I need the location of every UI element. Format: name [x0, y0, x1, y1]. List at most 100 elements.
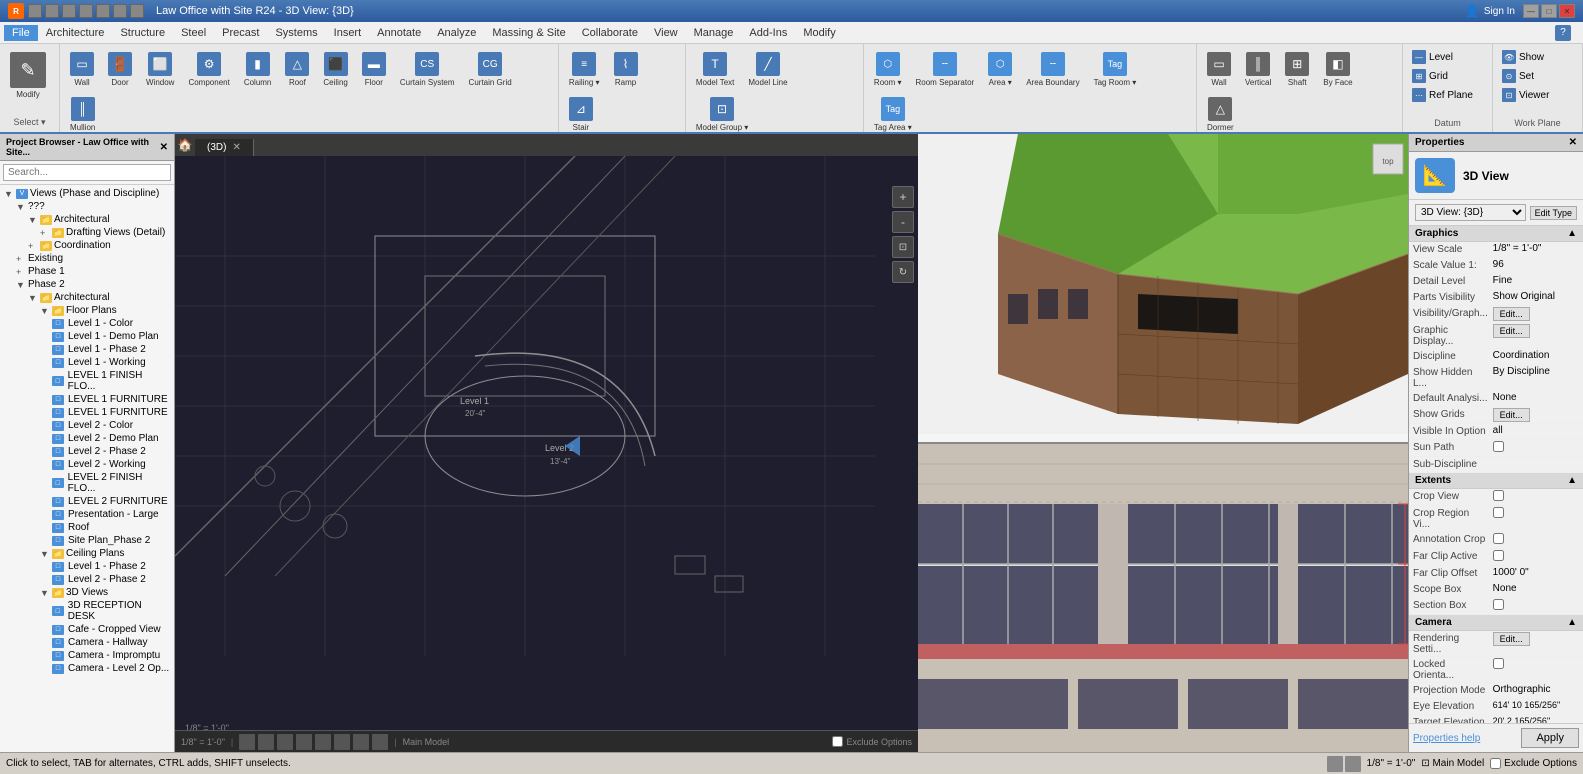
- locked-orient-checkbox[interactable]: [1493, 658, 1504, 669]
- ribbon-btn-door[interactable]: 🚪 Door: [102, 48, 138, 91]
- ribbon-btn-grid[interactable]: ⊞ Grid: [1407, 67, 1453, 85]
- tree-item-site-plan[interactable]: □Site Plan_Phase 2: [50, 534, 172, 547]
- tree-item-cl2[interactable]: □Level 2 - Phase 2: [50, 573, 172, 586]
- bottom-icon-8[interactable]: [372, 734, 388, 750]
- tree-item-floor-plans[interactable]: ▼ 📁 Floor Plans: [38, 304, 172, 317]
- bottom-icon-6[interactable]: [334, 734, 350, 750]
- tree-item-l2-finish[interactable]: □LEVEL 2 FINISH FLO...: [50, 471, 172, 495]
- menu-analyze[interactable]: Analyze: [429, 25, 484, 41]
- ribbon-btn-railing[interactable]: ≡ Railing ▾: [563, 48, 606, 91]
- crop-region-checkbox[interactable]: [1493, 507, 1504, 518]
- ribbon-btn-column[interactable]: ▮ Column: [238, 48, 278, 91]
- bottom-icon-3[interactable]: [277, 734, 293, 750]
- prop-section-graphics[interactable]: Graphics ▲: [1409, 226, 1583, 242]
- pb-search-input[interactable]: [3, 164, 171, 181]
- ribbon-btn-byface[interactable]: ◧ By Face: [1317, 48, 1358, 91]
- tree-item-architectural[interactable]: ▼ 📁 Architectural: [26, 213, 172, 226]
- ribbon-btn-set[interactable]: ⊙ Set: [1497, 67, 1539, 85]
- tree-item-l1-furn1[interactable]: □LEVEL 1 FURNITURE: [50, 393, 172, 406]
- ribbon-btn-ramp[interactable]: ⌇ Ramp: [608, 48, 644, 91]
- menu-structure[interactable]: Structure: [112, 25, 173, 41]
- menu-collaborate[interactable]: Collaborate: [574, 25, 646, 41]
- toolbar-btn-4[interactable]: [79, 4, 93, 18]
- show-grids-edit-btn[interactable]: Edit...: [1493, 408, 1530, 422]
- bottom-icon-4[interactable]: [296, 734, 312, 750]
- tree-item-l1-color[interactable]: □Level 1 - Color: [50, 317, 172, 330]
- tree-item-ceiling-plans[interactable]: ▼ 📁 Ceiling Plans: [38, 547, 172, 560]
- toolbar-btn-6[interactable]: [113, 4, 127, 18]
- rotate-btn[interactable]: ↻: [892, 261, 914, 283]
- exclude-options-checkbox[interactable]: [1490, 758, 1501, 769]
- toolbar-btn-3[interactable]: [62, 4, 76, 18]
- ribbon-btn-window[interactable]: ⬜ Window: [140, 48, 180, 91]
- bottom-icon-1[interactable]: [239, 734, 255, 750]
- menu-insert[interactable]: Insert: [326, 25, 370, 41]
- tree-item-l2-phase2[interactable]: □Level 2 - Phase 2: [50, 445, 172, 458]
- right-top-view[interactable]: top: [918, 134, 1408, 442]
- ribbon-btn-area[interactable]: ⬡ Area ▾: [982, 48, 1018, 91]
- prop-close-btn[interactable]: ✕: [1569, 137, 1577, 148]
- tree-item-l1-finish[interactable]: □LEVEL 1 FINISH FLO...: [50, 369, 172, 393]
- status-icon-2[interactable]: [1345, 756, 1361, 772]
- tree-item-phase2[interactable]: ▼ Phase 2: [14, 278, 172, 291]
- ribbon-btn-roof[interactable]: △ Roof: [279, 48, 315, 91]
- vis-graph-edit-btn[interactable]: Edit...: [1493, 307, 1530, 321]
- tree-item-coordination[interactable]: + 📁 Coordination: [26, 239, 172, 252]
- graphic-disp-edit-btn[interactable]: Edit...: [1493, 324, 1530, 338]
- menu-precast[interactable]: Precast: [214, 25, 267, 41]
- view-canvas[interactable]: Level 2 13'-4" Level 1 20'-4" 1/8" = 1'-…: [175, 156, 918, 752]
- tree-item-cam-l2[interactable]: □Camera - Level 2 Op...: [50, 662, 172, 675]
- menu-manage[interactable]: Manage: [686, 25, 742, 41]
- ribbon-btn-room[interactable]: ⬡ Room ▾: [868, 48, 908, 91]
- tree-item-l1-furn2[interactable]: □LEVEL 1 FURNITURE: [50, 406, 172, 419]
- ribbon-btn-area-boundary[interactable]: ╌ Area Boundary: [1020, 48, 1085, 91]
- ribbon-btn-show[interactable]: 👁 Show: [1497, 48, 1549, 66]
- ribbon-btn-tag-room[interactable]: Tag Tag Room ▾: [1088, 48, 1143, 91]
- menu-modify[interactable]: Modify: [795, 25, 843, 41]
- tree-item-3d-views[interactable]: ▼ 📁 3D Views: [38, 586, 172, 599]
- ribbon-btn-curtain-grid[interactable]: CG Curtain Grid: [463, 48, 518, 91]
- view-tab-3d[interactable]: (3D) ✕: [195, 139, 254, 156]
- ribbon-btn-model-group[interactable]: ⊡ Model Group ▾: [690, 93, 754, 136]
- tree-item-l2-furn[interactable]: □LEVEL 2 FURNITURE: [50, 495, 172, 508]
- ribbon-btn-vertical[interactable]: ║ Vertical: [1239, 48, 1277, 91]
- rendering-edit-btn[interactable]: Edit...: [1493, 632, 1530, 646]
- prop-section-camera[interactable]: Camera ▲: [1409, 615, 1583, 631]
- tree-item-l2-demo[interactable]: □Level 2 - Demo Plan: [50, 432, 172, 445]
- bottom-icon-5[interactable]: [315, 734, 331, 750]
- tree-item-impromptu[interactable]: □Camera - Impromptu: [50, 649, 172, 662]
- ribbon-btn-tag-area[interactable]: Tag Tag Area ▾: [868, 93, 918, 136]
- tree-item-roof[interactable]: □Roof: [50, 521, 172, 534]
- tab-close-3d[interactable]: ✕: [232, 142, 240, 153]
- ribbon-btn-stair[interactable]: ⊿ Stair: [563, 93, 599, 136]
- help-icon[interactable]: ?: [1555, 25, 1571, 41]
- ribbon-btn-dormer[interactable]: △ Dormer: [1201, 93, 1240, 136]
- apply-button[interactable]: Apply: [1521, 728, 1579, 748]
- fit-view-btn[interactable]: ⊡: [892, 236, 914, 258]
- menu-addins[interactable]: Add-Ins: [741, 25, 795, 41]
- sun-path-checkbox[interactable]: [1493, 441, 1504, 452]
- pb-tree[interactable]: ▼ V Views (Phase and Discipline) ▼ ??? ▼…: [0, 185, 174, 752]
- bottom-icon-2[interactable]: [258, 734, 274, 750]
- sign-in-area[interactable]: 👤 Sign In: [1465, 4, 1515, 18]
- zoom-out-btn[interactable]: -: [892, 211, 914, 233]
- toolbar-btn-1[interactable]: [28, 4, 42, 18]
- ribbon-btn-model-text[interactable]: T Model Text: [690, 48, 741, 91]
- right-bottom-view[interactable]: [918, 442, 1408, 752]
- ribbon-btn-floor[interactable]: ▬ Floor: [356, 48, 392, 91]
- tree-item-l1-working[interactable]: □Level 1 - Working: [50, 356, 172, 369]
- minimize-btn[interactable]: —: [1523, 4, 1539, 18]
- tree-item-views-root[interactable]: ▼ V Views (Phase and Discipline): [2, 187, 172, 200]
- tree-item-l1-phase2[interactable]: □Level 1 - Phase 2: [50, 343, 172, 356]
- tree-item-3d-reception[interactable]: □3D RECEPTION DESK: [50, 599, 172, 623]
- tree-item-unknown[interactable]: ▼ ???: [14, 200, 172, 213]
- zoom-in-btn[interactable]: +: [892, 186, 914, 208]
- ribbon-btn-room-sep[interactable]: ╌ Room Separator: [910, 48, 981, 91]
- tree-item-existing[interactable]: + Existing: [14, 252, 172, 265]
- menu-file[interactable]: File: [4, 25, 38, 41]
- tree-item-cl1[interactable]: □Level 1 - Phase 2: [50, 560, 172, 573]
- ribbon-btn-curtain-system[interactable]: CS Curtain System: [394, 48, 461, 91]
- tree-item-hallway[interactable]: □Camera - Hallway: [50, 636, 172, 649]
- menu-systems[interactable]: Systems: [267, 25, 325, 41]
- exclude-checkbox[interactable]: [832, 736, 843, 747]
